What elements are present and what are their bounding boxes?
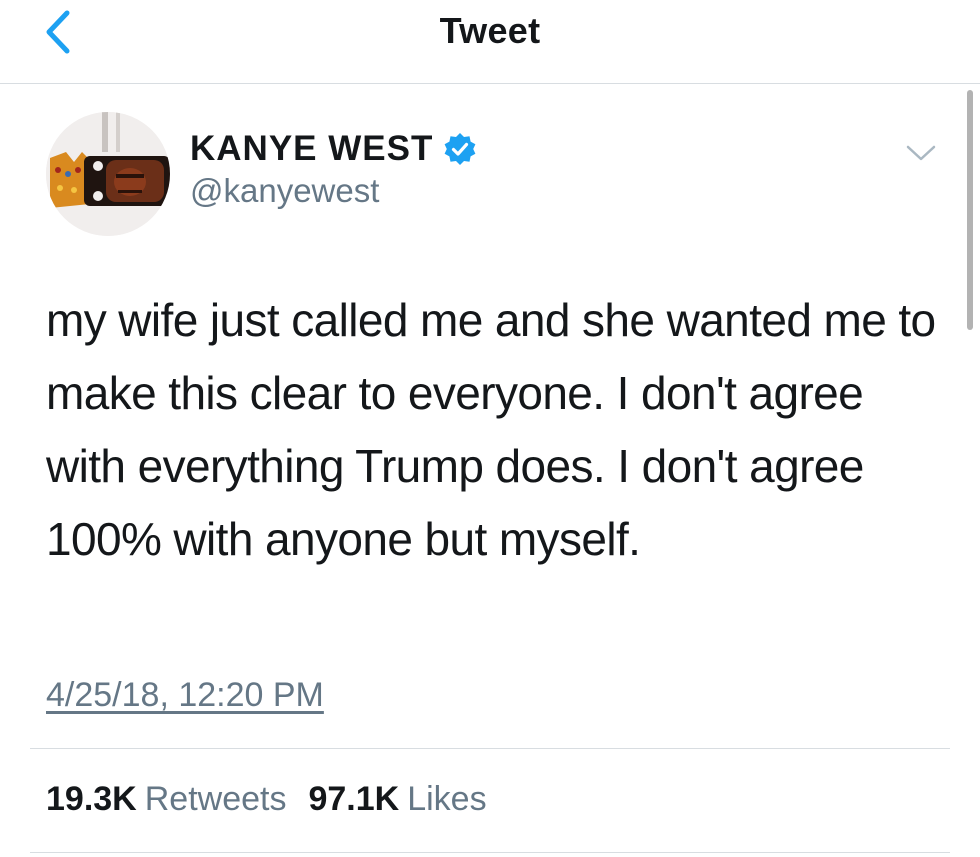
likes-count: 97.1K — [308, 780, 400, 818]
avatar[interactable] — [46, 112, 170, 236]
tweet-detail-screen: Tweet KANYE WEST @kanyewest my wife just… — [0, 0, 980, 857]
author-name[interactable]: KANYE WEST — [190, 129, 433, 169]
scrollbar[interactable] — [967, 90, 973, 330]
author-handle[interactable]: @kanyewest — [190, 172, 379, 210]
tweet-timestamp[interactable]: 4/25/18, 12:20 PM — [46, 676, 324, 715]
tweet-stats: 19.3K Retweets 97.1K Likes — [46, 780, 509, 824]
retweets-label: Retweets — [144, 780, 287, 818]
likes-label: Likes — [407, 780, 487, 818]
nav-header: Tweet — [0, 0, 980, 84]
tweet-text: my wife just called me and she wanted me… — [46, 294, 936, 565]
author-name-row[interactable]: KANYE WEST — [190, 126, 477, 172]
divider — [30, 852, 950, 853]
divider — [30, 748, 950, 749]
tweet-options-button[interactable] — [898, 138, 944, 168]
avatar-image — [46, 112, 170, 236]
verified-badge-icon — [444, 133, 476, 165]
retweets-stat[interactable]: 19.3K Retweets — [46, 780, 286, 819]
page-title: Tweet — [439, 10, 541, 51]
retweets-count: 19.3K — [46, 780, 137, 818]
chevron-down-icon — [906, 145, 936, 161]
likes-stat[interactable]: 97.1K Likes — [308, 780, 486, 819]
